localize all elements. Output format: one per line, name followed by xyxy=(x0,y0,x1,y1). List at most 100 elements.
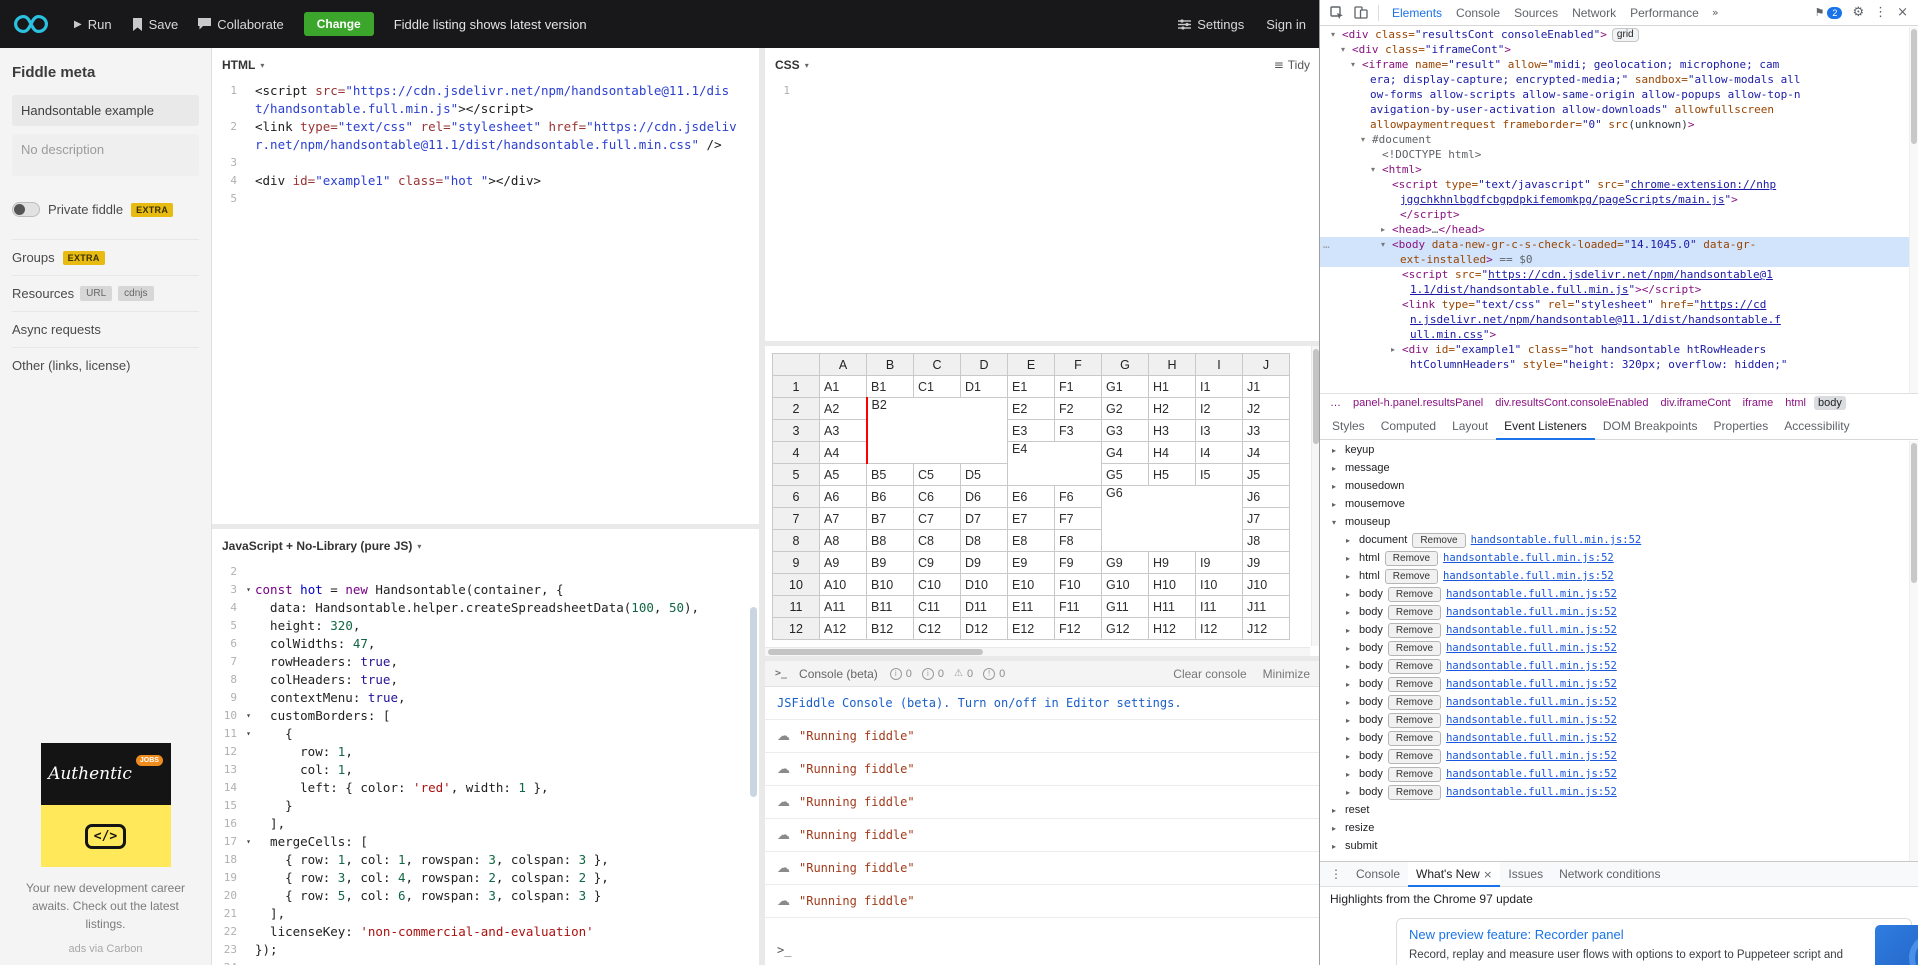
more-tabs-icon[interactable]: » xyxy=(1708,6,1723,19)
table-cell[interactable]: A6 xyxy=(819,485,867,508)
js-editor-scrollbar[interactable] xyxy=(750,607,757,797)
table-cell[interactable]: I1 xyxy=(1195,375,1243,398)
table-cell[interactable]: G11 xyxy=(1101,595,1149,618)
listener-target[interactable]: body xyxy=(1359,678,1383,690)
sidebar-item-resources[interactable]: Resources URL cdnjs xyxy=(12,275,199,311)
table-cell[interactable]: G9 xyxy=(1101,551,1149,574)
devtools-tab-console[interactable]: Console xyxy=(1449,0,1507,26)
drawer-tab-console[interactable]: Console xyxy=(1348,862,1408,887)
table-cell[interactable]: I5 xyxy=(1195,463,1243,486)
expand-arrow-icon[interactable]: ▾ xyxy=(1351,57,1355,72)
console-prompt[interactable]: >_ xyxy=(777,943,791,957)
fold-arrow-icon[interactable]: ▾ xyxy=(242,725,255,743)
dom-tree-line[interactable]: … ▾ <body data-new-gr-c-s-check-loaded="14… xyxy=(1320,237,1909,252)
expand-arrow-icon[interactable]: ▸ xyxy=(1332,500,1340,509)
column-header-A[interactable]: A xyxy=(819,353,867,376)
expand-arrow-icon[interactable]: ▸ xyxy=(1346,626,1354,635)
table-cell[interactable]: G12 xyxy=(1101,617,1149,640)
css-panel-header[interactable]: CSS ▾ ≡ Tidy xyxy=(765,48,1320,74)
source-link[interactable]: handsontable.full.min.js:52 xyxy=(1446,714,1617,726)
table-cell[interactable]: C10 xyxy=(913,573,961,596)
sidebar-item-other[interactable]: Other (links, license) xyxy=(12,347,199,383)
expand-arrow-icon[interactable]: ▸ xyxy=(1332,446,1340,455)
scrollbar-thumb[interactable] xyxy=(1313,349,1319,444)
run-button[interactable]: ▶ Run xyxy=(74,17,112,32)
table-cell[interactable]: A2 xyxy=(819,397,867,420)
kebab-menu-icon[interactable]: ⋮ xyxy=(1874,5,1887,20)
table-cell[interactable]: H12 xyxy=(1148,617,1196,640)
listener-target[interactable]: document xyxy=(1359,534,1407,546)
remove-listener-button[interactable]: Remove xyxy=(1387,622,1442,638)
row-header-5[interactable]: 5 xyxy=(772,463,820,486)
table-cell[interactable]: E3 xyxy=(1007,419,1055,442)
fold-arrow-icon[interactable]: ▾ xyxy=(242,833,255,851)
listener-target[interactable]: body xyxy=(1359,750,1383,762)
html-panel-header[interactable]: HTML ▾ xyxy=(212,48,759,74)
table-cell[interactable]: D5 xyxy=(960,463,1008,486)
table-cell[interactable]: D11 xyxy=(960,595,1008,618)
breadcrumb-item[interactable]: iframe xyxy=(1739,396,1778,410)
table-cell[interactable]: E1 xyxy=(1007,375,1055,398)
event-listener-group-resize[interactable]: ▸ resize xyxy=(1320,819,1918,837)
table-cell[interactable]: H5 xyxy=(1148,463,1196,486)
source-link[interactable]: handsontable.full.min.js:52 xyxy=(1446,750,1617,762)
table-cell[interactable]: J12 xyxy=(1242,617,1290,640)
dom-tree-line[interactable]: <link type="text/css" rel="stylesheet" h… xyxy=(1320,297,1909,312)
table-cell[interactable]: E2 xyxy=(1007,397,1055,420)
expand-arrow-icon[interactable]: ▸ xyxy=(1346,608,1354,617)
source-link[interactable]: handsontable.full.min.js:52 xyxy=(1446,678,1617,690)
source-link[interactable]: handsontable.full.min.js:52 xyxy=(1446,624,1617,636)
expand-arrow-icon[interactable]: ▸ xyxy=(1346,536,1354,545)
table-cell[interactable]: E7 xyxy=(1007,507,1055,530)
sidebar-item-async-requests[interactable]: Async requests xyxy=(12,311,199,347)
devtools-tab-elements[interactable]: Elements xyxy=(1385,0,1449,26)
tab-accessibility[interactable]: Accessibility xyxy=(1776,412,1857,440)
drawer-tab-what-s-new[interactable]: What's New × xyxy=(1408,862,1501,887)
table-cell[interactable]: I12 xyxy=(1195,617,1243,640)
dom-tree-line[interactable]: <!DOCTYPE html> xyxy=(1320,147,1909,162)
column-header-D[interactable]: D xyxy=(960,353,1008,376)
table-cell[interactable]: D10 xyxy=(960,573,1008,596)
table-cell[interactable]: C5 xyxy=(913,463,961,486)
dom-tree-line[interactable]: ▾ <html> xyxy=(1320,162,1909,177)
dom-tree-line[interactable]: ▾ <iframe name="result" allow="midi; geol… xyxy=(1320,57,1909,72)
expand-arrow-icon[interactable]: ▸ xyxy=(1346,770,1354,779)
remove-listener-button[interactable]: Remove xyxy=(1384,568,1439,584)
listener-target[interactable]: body xyxy=(1359,660,1383,672)
expand-arrow-icon[interactable]: ▸ xyxy=(1346,752,1354,761)
table-cell[interactable]: D7 xyxy=(960,507,1008,530)
table-cell[interactable]: F10 xyxy=(1054,573,1102,596)
remove-listener-button[interactable]: Remove xyxy=(1387,640,1442,656)
table-cell[interactable]: H3 xyxy=(1148,419,1196,442)
table-cell[interactable]: B10 xyxy=(866,573,914,596)
table-cell[interactable]: E6 xyxy=(1007,485,1055,508)
table-cell[interactable]: G1 xyxy=(1101,375,1149,398)
table-cell[interactable]: F6 xyxy=(1054,485,1102,508)
table-cell[interactable]: A7 xyxy=(819,507,867,530)
column-header-C[interactable]: C xyxy=(913,353,961,376)
source-link[interactable]: handsontable.full.min.js:52 xyxy=(1446,588,1617,600)
remove-listener-button[interactable]: Remove xyxy=(1412,532,1466,548)
listener-target[interactable]: html xyxy=(1359,552,1380,564)
event-listener-group-keyup[interactable]: ▸ keyup xyxy=(1320,441,1918,459)
table-cell[interactable]: J6 xyxy=(1242,485,1290,508)
dom-tree-line[interactable]: ▾ <div class="resultsCont consoleEnabled"… xyxy=(1320,27,1909,42)
breadcrumb-item[interactable]: … xyxy=(1326,396,1345,410)
minimize-console-button[interactable]: Minimize xyxy=(1263,667,1310,681)
table-cell[interactable]: G3 xyxy=(1101,419,1149,442)
table-cell[interactable]: D8 xyxy=(960,529,1008,552)
dom-tree-line[interactable]: 1.1/dist/handsontable.full.min.js"></scr… xyxy=(1320,282,1909,297)
table-cell[interactable]: J2 xyxy=(1242,397,1290,420)
table-cell[interactable]: J5 xyxy=(1242,463,1290,486)
listeners-scrollbar[interactable] xyxy=(1909,441,1918,861)
remove-listener-button[interactable]: Remove xyxy=(1387,748,1442,764)
devtools-tab-performance[interactable]: Performance xyxy=(1623,0,1706,26)
collapse-arrow-icon[interactable]: ▾ xyxy=(1332,518,1340,527)
table-cell[interactable]: C11 xyxy=(913,595,961,618)
table-cell[interactable]: J7 xyxy=(1242,507,1290,530)
listener-target[interactable]: body xyxy=(1359,768,1383,780)
table-cell[interactable]: E4 xyxy=(1007,441,1102,486)
dom-tree-line[interactable]: <script type="text/javascript" src="chro… xyxy=(1320,177,1909,192)
row-header-4[interactable]: 4 xyxy=(772,441,820,464)
table-cell[interactable]: A1 xyxy=(819,375,867,398)
